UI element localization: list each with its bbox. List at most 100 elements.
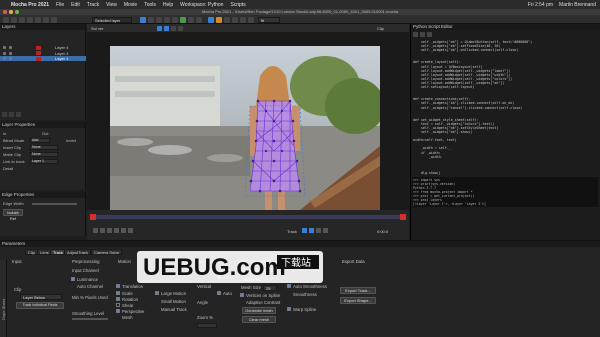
timeline-scrubber[interactable] — [90, 215, 406, 219]
translation-checkbox[interactable] — [116, 284, 120, 288]
add-keyframe-icon[interactable] — [316, 228, 321, 233]
save-script-icon[interactable] — [427, 32, 432, 37]
menu-scripts[interactable]: Scripts — [230, 2, 245, 8]
track-backwards-button[interactable] — [302, 228, 307, 233]
large-motion-radio[interactable] — [155, 291, 159, 295]
matte-clip-dropdown[interactable]: None — [30, 152, 58, 157]
layer-color-swatch[interactable] — [36, 51, 41, 55]
open-script-icon[interactable] — [420, 32, 425, 37]
bezier-tool-icon[interactable] — [148, 16, 154, 23]
tab-clip[interactable]: Clip — [25, 249, 38, 255]
generate-mesh-button[interactable]: Generate mesh — [242, 307, 276, 314]
clip-dropdown[interactable]: Layer Below — [20, 294, 62, 300]
x-spline-tool-icon[interactable] — [140, 16, 146, 23]
close-window-button[interactable] — [3, 10, 7, 14]
delete-layer-icon[interactable] — [16, 112, 21, 117]
export-tracking-button[interactable]: Export Track... — [340, 287, 376, 294]
undo-icon[interactable] — [35, 16, 41, 23]
layer-color-swatch[interactable] — [36, 56, 41, 61]
save-icon[interactable] — [27, 16, 33, 23]
rotation-checkbox[interactable] — [116, 297, 120, 301]
lock-icon[interactable] — [9, 57, 12, 60]
menu-file[interactable]: File — [56, 2, 64, 8]
insert-clip-dropdown[interactable]: None — [30, 145, 58, 150]
step-back-icon[interactable] — [100, 228, 105, 233]
menu-movie[interactable]: Movie — [124, 2, 137, 8]
redo-icon[interactable] — [43, 16, 49, 23]
rect-tool-icon[interactable] — [164, 16, 170, 23]
layer-color-swatch[interactable] — [36, 45, 41, 50]
vertical-auto-checkbox[interactable] — [217, 291, 221, 295]
grid-icon[interactable] — [248, 16, 254, 23]
track-forward-icon[interactable] — [164, 25, 169, 31]
add-point-icon[interactable] — [156, 16, 162, 23]
track-frame-icon[interactable] — [171, 25, 176, 31]
tab-adjust-track[interactable]: AdjustTrack — [64, 249, 91, 255]
zoom-window-button[interactable] — [15, 10, 19, 14]
duplicate-layer-icon[interactable] — [9, 112, 14, 117]
go-to-start-icon[interactable] — [93, 228, 98, 233]
overlay-toggle-icon[interactable] — [224, 16, 230, 23]
code-editor[interactable]: self._widgets["ok"] = QLabelButton(self,… — [413, 40, 598, 175]
go-to-end-icon[interactable] — [128, 228, 133, 233]
blend-mode-dropdown[interactable]: Add — [30, 138, 50, 143]
layer-row[interactable]: Layer 3 — [0, 51, 86, 56]
view-mode-label[interactable]: Sol ver — [91, 26, 103, 31]
visibility-icon[interactable] — [3, 51, 6, 55]
step-forward-icon[interactable] — [121, 228, 126, 233]
lock-icon[interactable] — [9, 51, 12, 55]
clip-label[interactable]: Clip — [377, 26, 384, 31]
circle-tool-icon[interactable] — [172, 16, 178, 23]
track-backward-icon[interactable] — [157, 25, 162, 31]
layer-selector-dropdown[interactable]: Selected layer — [92, 16, 132, 23]
zoom-field[interactable] — [197, 323, 217, 328]
layer-row[interactable]: Layer 4 — [0, 45, 86, 50]
user-name[interactable]: Martin Brennand — [559, 2, 596, 8]
select-tool-icon[interactable] — [3, 16, 9, 23]
shear-checkbox[interactable] — [116, 303, 120, 307]
edge-width-slider[interactable] — [32, 203, 77, 205]
keyframe-icon[interactable] — [178, 25, 183, 31]
tracking-data-icon[interactable] — [232, 16, 238, 23]
clear-mesh-button[interactable]: Clear mesh — [242, 316, 276, 323]
surface-icon[interactable] — [240, 16, 246, 23]
out-point-marker[interactable] — [400, 214, 406, 220]
track-forwards-button[interactable] — [309, 228, 314, 233]
run-script-icon[interactable] — [413, 32, 418, 37]
view-toggle-icon[interactable] — [208, 16, 214, 23]
transform-tool-icon[interactable] — [188, 16, 194, 23]
visibility-icon[interactable] — [3, 46, 6, 49]
settings-icon[interactable] — [51, 16, 57, 23]
menu-view[interactable]: View — [106, 2, 117, 8]
menu-track[interactable]: Track — [87, 2, 99, 8]
warp-spline-checkbox[interactable] — [287, 307, 291, 311]
layer-row[interactable]: Layer 1 — [0, 56, 86, 61]
fit-view-dropdown[interactable]: fit — [258, 16, 280, 23]
menu-app[interactable]: Mocha Pro 2021 — [11, 2, 49, 8]
pan-tool-icon[interactable] — [11, 16, 17, 23]
python-console[interactable]: >>> import sys >>> print(sys.version) Py… — [412, 177, 598, 207]
visibility-icon[interactable] — [3, 57, 6, 60]
lock-icon[interactable] — [9, 46, 12, 49]
perspective-checkbox[interactable] — [116, 309, 120, 313]
minimize-window-button[interactable] — [9, 10, 13, 14]
play-forward-icon[interactable] — [114, 228, 119, 233]
add-layer-icon[interactable] — [2, 112, 7, 117]
menu-workspace[interactable]: Workspace: Python — [180, 2, 223, 8]
mesh-tool-icon[interactable] — [180, 16, 186, 23]
in-point-marker[interactable] — [90, 214, 96, 220]
smoothing-slider[interactable] — [72, 318, 108, 320]
zoom-tool-icon[interactable] — [19, 16, 25, 23]
matte-toggle-icon[interactable] — [216, 16, 222, 23]
scale-checkbox[interactable] — [116, 291, 120, 295]
luminance-radio[interactable] — [71, 277, 75, 281]
vertices-on-spline-checkbox[interactable] — [240, 293, 244, 297]
menu-help[interactable]: Help — [163, 2, 173, 8]
delete-keyframe-icon[interactable] — [323, 228, 328, 233]
track-individual-fields-button[interactable]: Track Individual Fields — [16, 302, 64, 309]
play-backward-icon[interactable] — [107, 228, 112, 233]
footage-frame[interactable] — [110, 46, 380, 210]
tab-camera-solve[interactable]: Camera Solve — [91, 249, 123, 255]
dope-sheet-tab[interactable]: Dope Sheet — [0, 260, 7, 337]
menu-tools[interactable]: Tools — [144, 2, 156, 8]
